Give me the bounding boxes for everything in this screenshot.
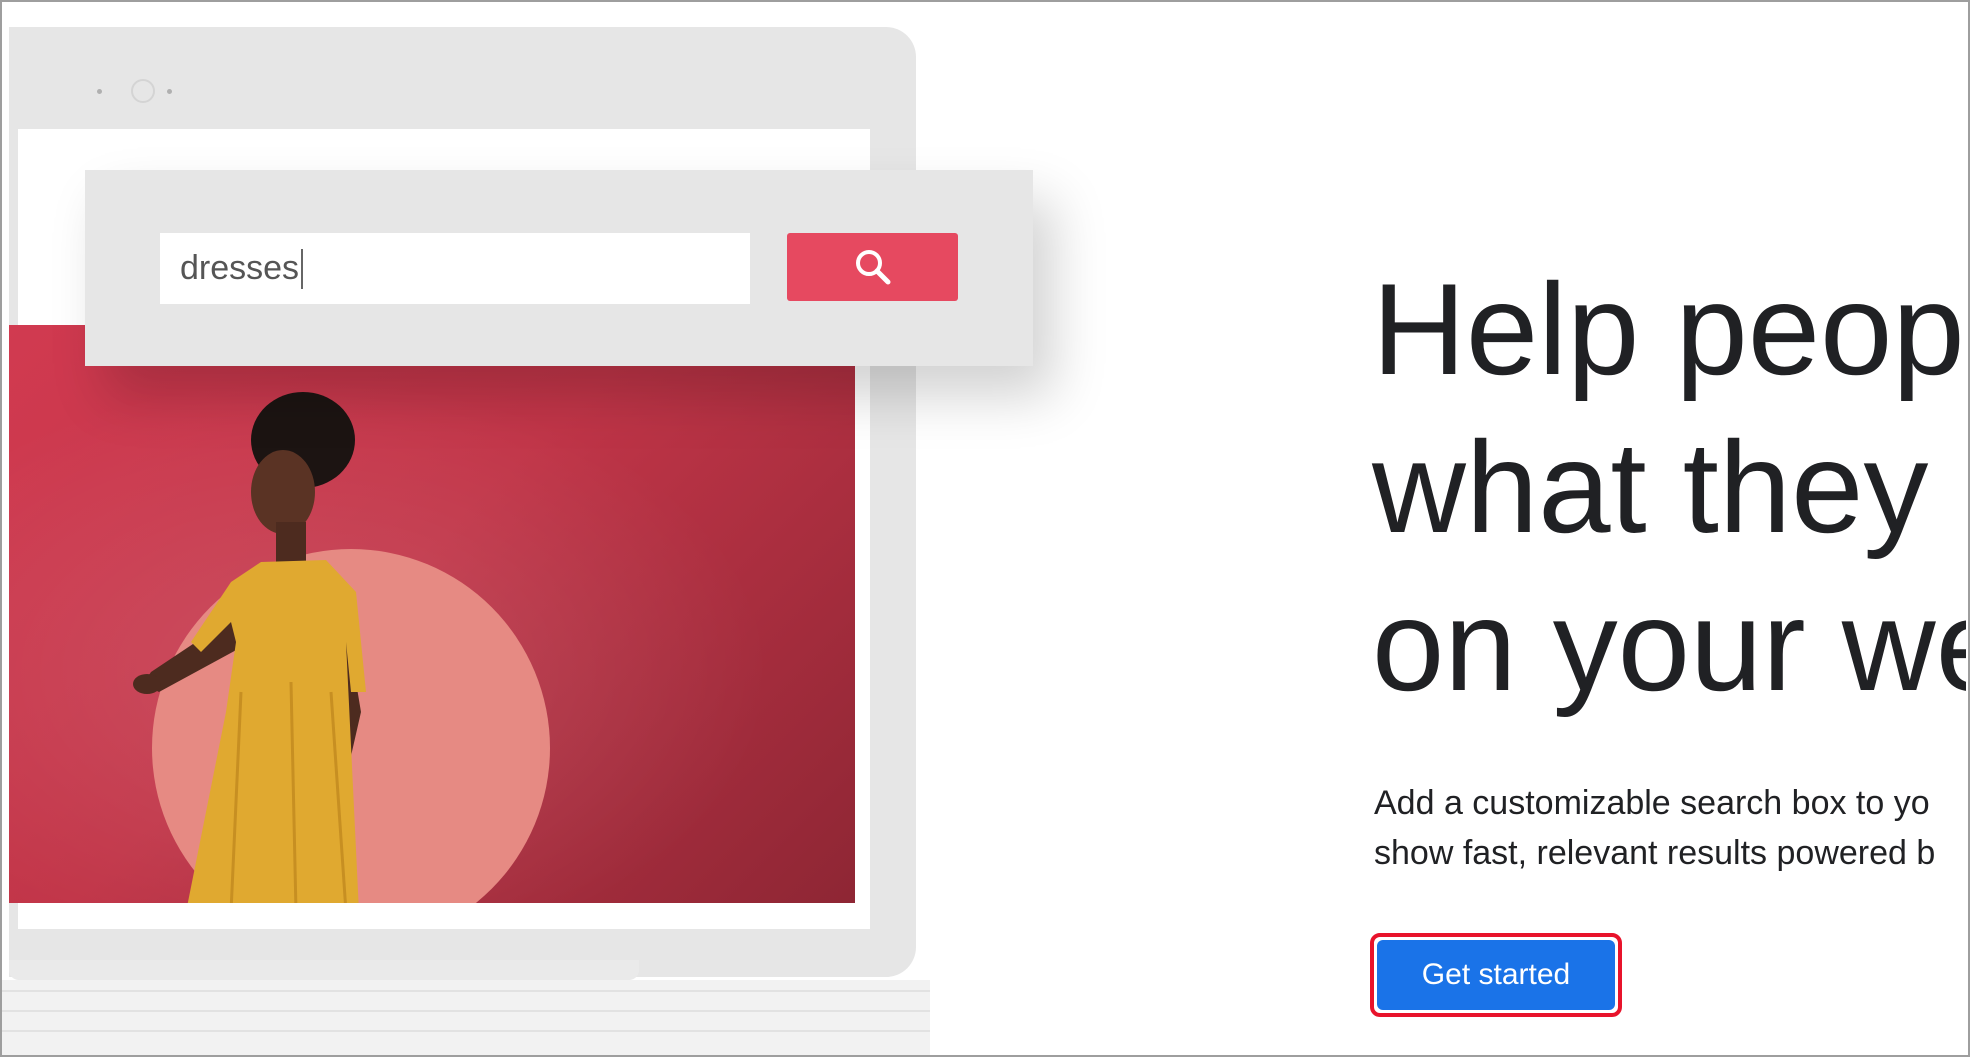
get-started-button[interactable]: Get started: [1377, 940, 1615, 1010]
description-line: Add a customizable search box to yo: [1374, 784, 1930, 822]
search-widget-card: dresses: [85, 170, 1033, 366]
viewport-edge: [1966, 0, 1970, 1057]
laptop-keyboard: [0, 980, 930, 1057]
hero-photo: [9, 325, 855, 903]
keyboard-row: [0, 990, 930, 992]
laptop-dot: [97, 89, 102, 94]
keyboard-row: [0, 1030, 930, 1032]
search-button[interactable]: [787, 233, 958, 301]
woman-in-yellow-dress-figure: [133, 392, 366, 903]
laptop-hinge: [9, 960, 639, 980]
laptop-camera: [131, 79, 155, 103]
keyboard-row: [0, 1010, 930, 1012]
hero-headline: Help peop what they on your we: [1372, 250, 1970, 724]
laptop-dot: [167, 89, 172, 94]
description-line: show fast, relevant results powered b: [1374, 834, 1936, 872]
search-icon: [855, 250, 890, 285]
search-query-text: dresses: [180, 249, 300, 287]
headline-line: Help peop: [1372, 256, 1965, 402]
search-input[interactable]: dresses: [160, 233, 750, 304]
text-caret: [301, 248, 304, 289]
headline-line: on your we: [1372, 572, 1970, 718]
headline-line: what they: [1372, 414, 1929, 560]
hero-description: Add a customizable search box to yo show…: [1374, 778, 1935, 878]
